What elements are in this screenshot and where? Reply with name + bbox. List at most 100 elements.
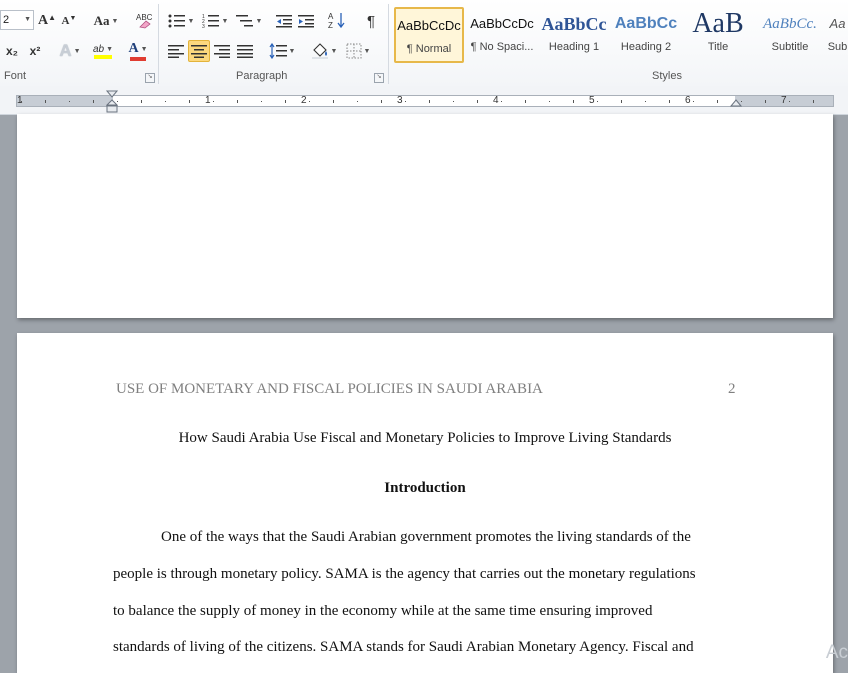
font-color-button[interactable]: A ▼	[124, 40, 152, 62]
ribbon: 2 ▼ A▲ A▼ Aa▼ ABC x₂ x² A▼ ab ▼ A ▼	[0, 0, 848, 87]
text-effects-button[interactable]: A ▼	[56, 40, 84, 62]
highlight-color-swatch	[94, 54, 112, 59]
ruler-tick	[789, 101, 790, 102]
chevron-down-icon: ▼	[106, 45, 114, 53]
ruler-tick	[597, 101, 598, 102]
align-center-button[interactable]	[188, 40, 210, 62]
styles-gallery: AaBbCcDc ¶ Normal AaBbCcDc ¶ No Spaci...…	[393, 6, 848, 66]
font-group-label: Font	[4, 70, 27, 82]
bullets-icon	[168, 14, 185, 28]
change-case-button[interactable]: Aa ▼	[92, 10, 120, 32]
ruler-tick	[621, 100, 622, 103]
style-no-spacing[interactable]: AaBbCcDc ¶ No Spaci...	[467, 7, 537, 63]
highlight-button[interactable]: ab ▼	[88, 40, 118, 62]
style-normal[interactable]: AaBbCcDc ¶ Normal	[394, 7, 464, 63]
ruler-tick	[405, 101, 406, 102]
decrease-indent-button[interactable]	[274, 10, 294, 32]
ruler-number: 7	[781, 95, 787, 106]
ruler-tick	[45, 100, 46, 103]
borders-icon	[346, 43, 362, 59]
body-text-line: to balance the supply of money in the ec…	[113, 603, 653, 619]
chevron-down-icon: ▼	[363, 47, 371, 55]
style-heading-1[interactable]: AaBbCc Heading 1	[539, 7, 609, 63]
arrow-up-icon: ▲	[48, 12, 57, 22]
svg-text:Z: Z	[328, 21, 333, 29]
horizontal-ruler[interactable]: 1 1 2 3 4 5 6 7	[0, 86, 848, 115]
arrow-down-icon: ▼	[69, 14, 77, 22]
font-dialog-launcher-icon[interactable]: ↘	[145, 73, 155, 83]
ruler-tick	[357, 101, 358, 102]
ruler-number: 2	[301, 95, 307, 106]
ruler-tick	[453, 101, 454, 102]
align-right-button[interactable]	[212, 40, 232, 62]
decrease-indent-icon	[276, 15, 292, 28]
justify-icon	[237, 45, 253, 58]
line-spacing-button[interactable]: ▼	[268, 40, 296, 62]
line-spacing-icon	[269, 43, 287, 59]
paragraph-group-label: Paragraph	[236, 70, 288, 82]
chevron-down-icon: ▼	[255, 17, 263, 25]
align-right-icon	[214, 45, 230, 58]
align-left-icon	[168, 45, 184, 58]
font-size-value: 2	[3, 14, 10, 26]
borders-button[interactable]: ▼	[344, 40, 372, 62]
chevron-down-icon[interactable]: ▼	[24, 11, 31, 29]
ruler-tick	[189, 100, 190, 103]
document-page-1[interactable]	[17, 114, 833, 318]
chevron-down-icon: ▼	[288, 47, 296, 55]
ruler-tick	[813, 100, 814, 103]
ruler-number: 1	[205, 95, 211, 106]
section-heading: Introduction	[384, 480, 466, 496]
ruler-number: 6	[685, 95, 691, 106]
page-number: 2	[728, 381, 736, 397]
ruler-number: 3	[397, 95, 403, 106]
group-divider	[388, 4, 389, 84]
document-page-2[interactable]: USE OF MONETARY AND FISCAL POLICIES IN S…	[17, 333, 833, 673]
group-divider	[158, 4, 159, 84]
multilevel-list-button[interactable]: ▼	[234, 10, 264, 32]
sort-button[interactable]: A Z	[326, 9, 348, 31]
style-subtle-emphasis[interactable]: Aa Sub	[827, 7, 848, 63]
svg-text:A: A	[328, 12, 334, 21]
font-size-input[interactable]: 2 ▼	[0, 10, 34, 30]
paragraph-dialog-launcher-icon[interactable]: ↘	[374, 73, 384, 83]
ruler-number: 5	[589, 95, 595, 106]
style-subtitle[interactable]: AaBbCc. Subtitle	[755, 7, 825, 63]
chevron-down-icon: ▼	[140, 45, 148, 53]
right-indent-marker-icon[interactable]	[730, 99, 742, 111]
subscript-button[interactable]: x₂	[2, 40, 22, 62]
ruler-tick	[309, 101, 310, 102]
chevron-down-icon: ▼	[73, 47, 81, 55]
body-text-line: standards of living of the citizens. SAM…	[113, 639, 694, 655]
style-heading-2[interactable]: AaBbCc Heading 2	[611, 7, 681, 63]
ruler-tick	[765, 100, 766, 103]
increase-indent-button[interactable]	[296, 10, 316, 32]
shrink-font-button[interactable]: A ▼	[60, 10, 78, 32]
align-left-button[interactable]	[166, 40, 186, 62]
numbering-button[interactable]: 1 2 3 ▼	[200, 10, 230, 32]
justify-button[interactable]	[235, 40, 255, 62]
show-formatting-marks-icon[interactable]: ¶	[360, 10, 382, 32]
clear-formatting-icon: ABC	[136, 13, 153, 29]
bullets-button[interactable]: ▼	[166, 10, 196, 32]
ruler-tick	[381, 100, 382, 103]
indent-marker-icon[interactable]	[106, 90, 118, 114]
ruler-tick	[645, 101, 646, 102]
increase-indent-icon	[298, 15, 314, 28]
ruler-tick	[525, 100, 526, 103]
chevron-down-icon: ▼	[111, 17, 119, 25]
shading-button[interactable]: ▼	[310, 40, 338, 62]
grow-font-button[interactable]: A ▲	[38, 10, 56, 32]
ruler-tick	[141, 100, 142, 103]
chevron-down-icon: ▼	[330, 47, 338, 55]
style-title[interactable]: AaB Title	[683, 7, 753, 63]
paint-bucket-icon	[311, 43, 328, 59]
ruler-tick	[693, 101, 694, 102]
svg-text:3: 3	[202, 24, 205, 28]
ruler-number: 4	[493, 95, 499, 106]
clear-formatting-button[interactable]: ABC	[133, 9, 155, 31]
numbering-icon: 1 2 3	[202, 14, 219, 28]
superscript-button[interactable]: x²	[25, 40, 45, 62]
activation-watermark: Ac	[825, 642, 848, 663]
left-margin-area	[17, 96, 113, 106]
